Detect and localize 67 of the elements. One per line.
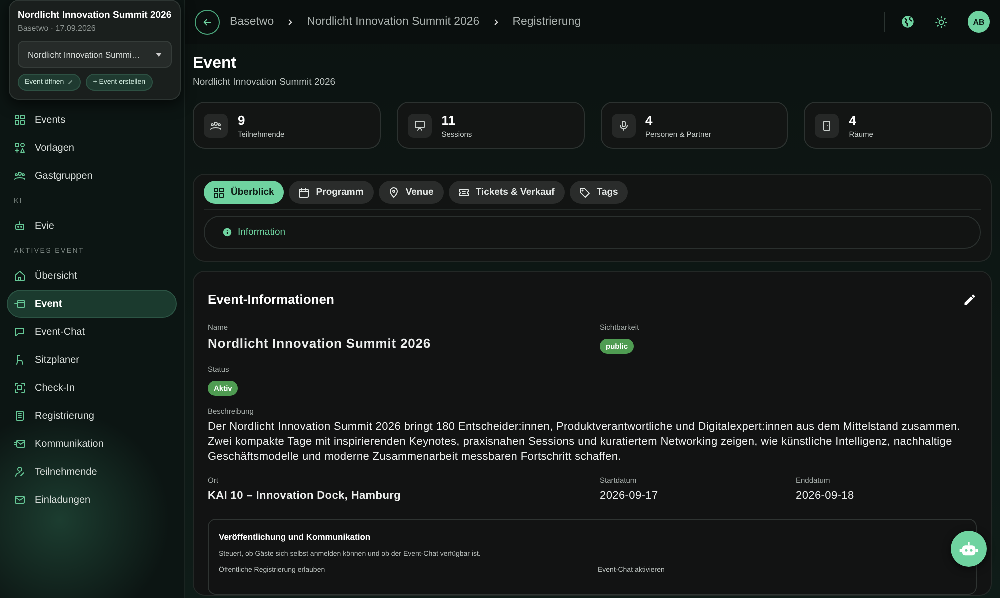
field-value: KAI 10 – Innovation Dock, Hamburg bbox=[208, 489, 402, 504]
sun-icon[interactable] bbox=[935, 16, 948, 28]
globe-icon[interactable] bbox=[901, 15, 915, 29]
shapes-icon bbox=[14, 142, 26, 154]
calendar-icon bbox=[14, 298, 26, 310]
ticket-icon bbox=[458, 186, 470, 198]
information-banner[interactable]: Information bbox=[204, 216, 981, 249]
stat-value: 4 bbox=[646, 112, 654, 128]
sidebar-item[interactable]: Gastgruppen bbox=[7, 162, 177, 190]
event-select[interactable]: Nordlicht Innovation Summi… bbox=[18, 41, 172, 68]
info-icon bbox=[223, 228, 232, 237]
tab[interactable]: Überblick bbox=[204, 181, 284, 204]
grid-icon bbox=[213, 186, 225, 198]
breadcrumb-link[interactable]: Registrierung bbox=[512, 16, 582, 28]
page-subtitle: Nordlicht Innovation Summit 2026 bbox=[193, 77, 337, 88]
event-subtitle: Basetwo · 17.09.2026 bbox=[18, 24, 97, 33]
chair-icon bbox=[14, 354, 26, 366]
envelope-icon bbox=[14, 494, 26, 506]
scan-icon bbox=[14, 382, 26, 394]
robot-icon bbox=[14, 220, 26, 232]
back-button[interactable] bbox=[195, 10, 220, 34]
field-value: 2026-09-18 bbox=[796, 489, 856, 504]
field-value: 2026-09-17 bbox=[600, 489, 660, 504]
breadcrumb-link[interactable]: Basetwo bbox=[230, 16, 274, 28]
door-icon bbox=[821, 120, 834, 132]
sidebar-item[interactable]: Registrierung bbox=[7, 402, 177, 430]
microphone-icon bbox=[618, 120, 630, 132]
sidebar-item[interactable]: Event-Chat bbox=[7, 318, 177, 346]
panel-title: Veröffentlichung und Kommunikation bbox=[219, 532, 372, 542]
breadcrumb-link[interactable]: Nordlicht Innovation Summit 2026 bbox=[307, 16, 480, 28]
edit-button[interactable] bbox=[963, 292, 977, 306]
field-value: Der Nordlicht Innovation Summit 2026 bringt 180 Entscheider:innen, Produktverantwortliche und Digitalexpert:innen aus dem Mittelstand zusammen. Zwei kompakte Tage mit inspirierenden Keynotes, praxisnahen Sessions und kuratiertem Networking zeigen, wie künstliche Intelligenz, nachhaltige Geschäftsmodelle und moderne Zusammenarbeit messbaren Fortschritt schaffen. bbox=[208, 420, 962, 465]
chat-icon bbox=[14, 326, 26, 338]
tag-icon bbox=[578, 186, 591, 198]
presentation-icon bbox=[414, 120, 426, 132]
sidebar-item[interactable]: Kommunikation bbox=[7, 430, 177, 458]
calendar-icon bbox=[298, 186, 310, 198]
sidebar-item[interactable]: Event bbox=[7, 290, 177, 318]
sidebar-item[interactable]: Vorlagen bbox=[7, 134, 177, 162]
arrow-left-icon bbox=[202, 16, 213, 28]
grid-icon bbox=[14, 114, 26, 126]
event-title: Nordlicht Innovation Summit 2026 bbox=[18, 10, 172, 21]
stat-value: 4 bbox=[849, 112, 858, 128]
home-icon bbox=[14, 270, 26, 282]
sidebar-item[interactable]: Sitzplaner bbox=[7, 346, 177, 374]
card-title: Event-Informationen bbox=[208, 292, 334, 307]
field-value: Nordlicht Innovation Summit 2026 bbox=[208, 336, 432, 351]
stat-value: 11 bbox=[442, 112, 456, 128]
envelope-icon bbox=[14, 438, 26, 450]
sidebar-item[interactable]: Teilnehmende bbox=[7, 458, 177, 486]
sidebar-item[interactable]: Übersicht bbox=[7, 262, 177, 290]
tab[interactable]: Tags bbox=[570, 181, 628, 204]
sidebar-item[interactable]: Events bbox=[7, 106, 177, 134]
stat-value: 9 bbox=[238, 112, 246, 128]
tab[interactable]: Programm bbox=[289, 181, 374, 204]
sidebar-item[interactable]: Einladungen bbox=[7, 486, 177, 514]
form-icon bbox=[14, 410, 26, 422]
tab[interactable]: Venue bbox=[378, 181, 444, 204]
group-icon bbox=[14, 170, 26, 182]
person-icon bbox=[14, 466, 26, 478]
sidebar-item[interactable]: Evie bbox=[7, 212, 177, 240]
user-avatar[interactable]: AB bbox=[968, 11, 990, 33]
tab[interactable]: Tickets & Verkauf bbox=[448, 181, 565, 204]
pin-icon bbox=[388, 186, 400, 198]
group-icon bbox=[210, 120, 222, 132]
sidebar-item[interactable]: Check-In bbox=[7, 374, 177, 402]
page-title: Event bbox=[193, 55, 238, 73]
